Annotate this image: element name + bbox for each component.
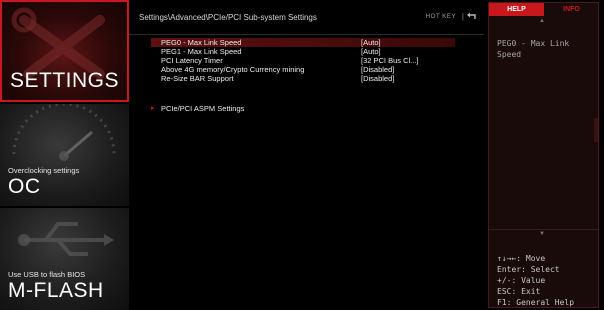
help-tabs: HELP INFO [489,3,598,17]
key-legend-exit: ESC: Exit [497,287,541,296]
setting-value[interactable]: [Disabled] [361,65,394,74]
key-legend-move: ↑↓→←: Move [497,254,546,263]
setting-row-pci-latency-timer[interactable]: PCI Latency Timer [32 PCI Bus Cl...] [151,56,455,65]
key-legend-select: Enter: Select [497,265,560,274]
setting-value[interactable]: [Auto] [361,47,381,56]
nav-oc-title: OC [8,175,41,198]
nav-mflash-title: M-FLASH [8,279,104,302]
help-description: PEG0 - Max Link Speed [497,39,570,59]
submenu-arrow-icon: ▸ [151,105,155,112]
setting-row-peg1-max-link-speed[interactable]: PEG1 - Max Link Speed [Auto] [151,47,455,56]
scroll-up-icon[interactable]: ▲ [539,18,545,24]
scroll-down-icon[interactable]: ▼ [539,231,545,237]
setting-label: PEG1 - Max Link Speed [161,47,242,56]
hotkey-button[interactable]: HOT KEY [425,13,456,20]
setting-label: PCI Latency Timer [161,56,223,65]
setting-value[interactable]: [Auto] [361,38,381,47]
nav-tile-settings[interactable]: SETTINGS [0,0,129,102]
help-panel: HELP INFO ▲ PEG0 - Max Link Speed ▼ ↑↓→←… [485,0,604,310]
submenu-label: PCIe/PCI ASPM Settings [161,104,245,113]
breadcrumb: Settings\Advanced\PCIe/PCI Sub-system Se… [139,13,317,22]
settings-list: PEG0 - Max Link Speed [Auto] PEG1 - Max … [151,38,455,83]
hotkey-separator: | [461,12,464,21]
setting-row-above-4g-memory[interactable]: Above 4G memory/Crypto Currency mining [… [151,65,455,74]
setting-value[interactable]: [32 PCI Bus Cl...] [361,56,419,65]
key-legend-general-help: F1: General Help [497,298,575,307]
tab-help[interactable]: HELP [489,3,544,16]
back-icon[interactable] [466,11,478,21]
nav-settings-title: SETTINGS [10,69,120,92]
nav-oc-subtitle: Overclocking settings [8,166,80,175]
left-nav: SETTINGS Overclocking settings OC Use US… [0,0,129,310]
tab-info[interactable]: INFO [545,3,598,16]
setting-label: Re-Size BAR Support [161,74,234,83]
settings-main: Settings\Advanced\PCIe/PCI Sub-system Se… [129,0,484,310]
nav-tile-oc[interactable]: Overclocking settings OC [0,104,129,206]
setting-value[interactable]: [Disabled] [361,74,394,83]
setting-row-peg0-max-link-speed[interactable]: PEG0 - Max Link Speed [Auto] [151,38,455,47]
panel-scroll-marker [594,118,598,142]
nav-mflash-subtitle: Use USB to flash BIOS [8,270,86,279]
nav-tile-mflash[interactable]: Use USB to flash BIOS M-FLASH [0,208,129,310]
setting-row-resize-bar-support[interactable]: Re-Size BAR Support [Disabled] [151,74,455,83]
key-legend: ↑↓→←: Move Enter: Select +/-: Value ESC:… [497,253,574,308]
help-panel-frame: HELP INFO ▲ PEG0 - Max Link Speed ▼ ↑↓→←… [488,2,599,308]
setting-label: Above 4G memory/Crypto Currency mining [161,65,305,74]
key-legend-value: +/-: Value [497,276,546,285]
help-divider [489,229,598,230]
setting-label: PEG0 - Max Link Speed [161,38,242,47]
settings-header: Settings\Advanced\PCIe/PCI Sub-system Se… [129,0,484,35]
